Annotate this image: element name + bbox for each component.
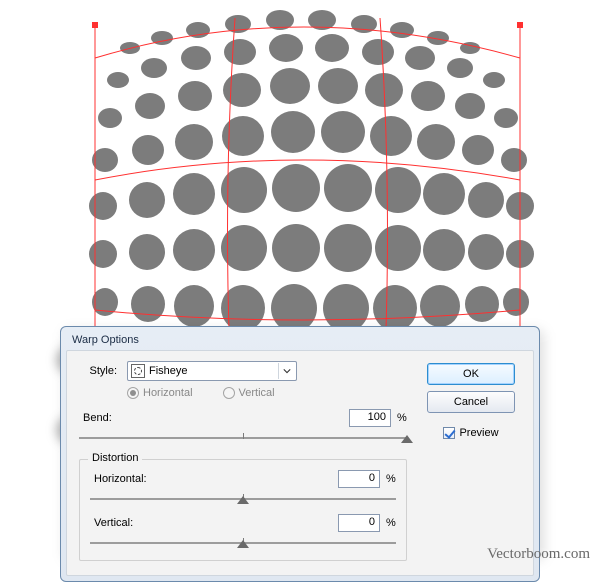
style-dropdown[interactable]: Fisheye <box>127 361 297 381</box>
watermark: Vectorboom.com <box>487 546 590 563</box>
style-label: Style: <box>79 365 121 377</box>
distortion-vertical-slider[interactable] <box>90 532 396 554</box>
radio-icon <box>223 387 235 399</box>
warp-options-dialog: Warp Options Style: Fisheye Horizontal <box>60 326 540 582</box>
preview-label: Preview <box>459 427 498 439</box>
preview-checkbox[interactable]: Preview <box>443 427 498 439</box>
distortion-vertical-input[interactable]: 0 <box>338 514 380 532</box>
bend-unit: % <box>397 412 407 424</box>
chevron-down-icon <box>278 363 294 379</box>
bend-label: Bend: <box>79 412 137 424</box>
unit-label: % <box>386 517 396 529</box>
distortion-horizontal-label: Horizontal: <box>90 473 148 485</box>
bend-slider[interactable] <box>79 427 407 449</box>
style-value: Fisheye <box>149 365 188 377</box>
fisheye-icon <box>131 364 145 378</box>
orientation-horizontal-radio[interactable]: Horizontal <box>127 387 193 399</box>
distortion-horizontal-slider[interactable] <box>90 488 396 510</box>
distortion-vertical-label: Vertical: <box>90 517 148 529</box>
orientation-horizontal-label: Horizontal <box>143 387 193 399</box>
distortion-group: Distortion Horizontal: 0 % Vertical: 0 % <box>79 459 407 561</box>
ok-button[interactable]: OK <box>427 363 515 385</box>
distortion-horizontal-input[interactable]: 0 <box>338 470 380 488</box>
dialog-title: Warp Options <box>66 332 534 350</box>
radio-icon <box>127 387 139 399</box>
unit-label: % <box>386 473 396 485</box>
orientation-vertical-label: Vertical <box>239 387 275 399</box>
orientation-vertical-radio[interactable]: Vertical <box>223 387 275 399</box>
bend-value-input[interactable]: 100 <box>349 409 391 427</box>
checkbox-icon <box>443 427 455 439</box>
cancel-button[interactable]: Cancel <box>427 391 515 413</box>
distortion-group-label: Distortion <box>88 452 142 464</box>
